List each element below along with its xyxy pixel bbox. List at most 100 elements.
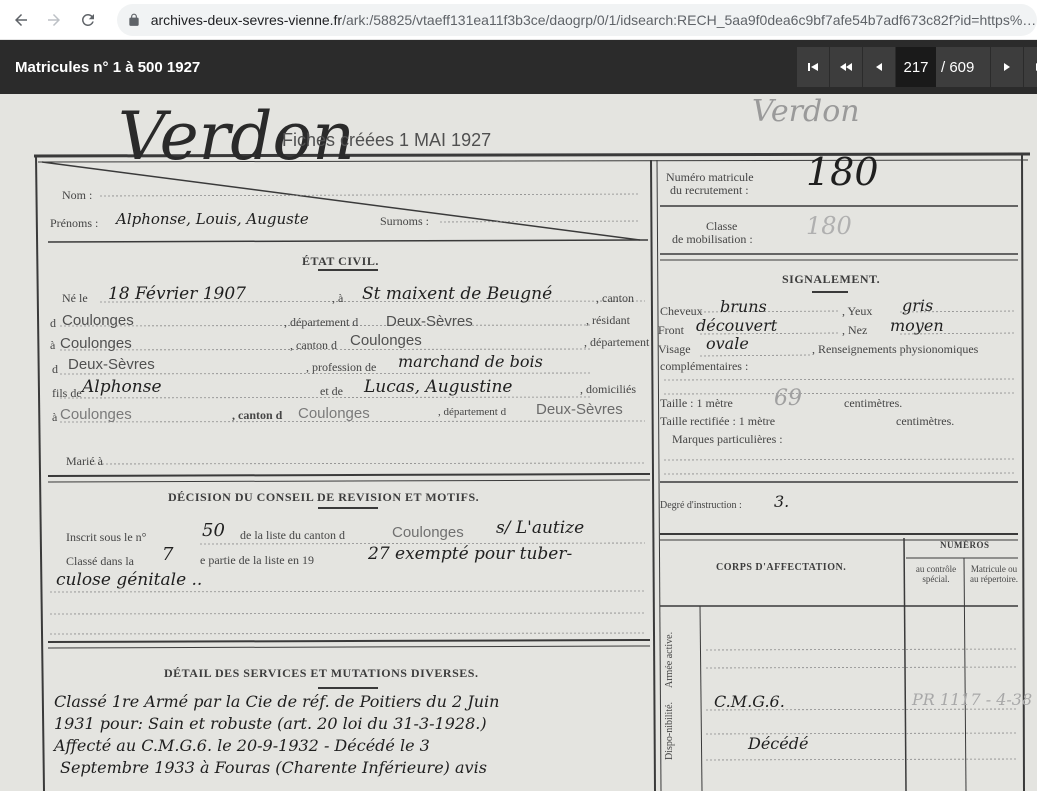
classe-dans-label: Classé dans la (66, 554, 134, 568)
lock-icon (129, 13, 139, 26)
etat-civil-heading: ÉTAT CIVIL. (302, 254, 379, 268)
prenoms-label: Prénoms : (50, 216, 99, 230)
row3-dept-label: , département (584, 335, 650, 349)
cmg-value: C.M.G.6. (714, 692, 785, 711)
url-path: /ark:/58825/vtaeff131ea11f3b3ce/daogrp/0… (342, 11, 1037, 28)
date-stamp: Fiches créées 1 MAI 1927 (282, 130, 492, 150)
domicilies-label: , domiciliés (580, 382, 636, 396)
row2-dept-label: , département d (284, 315, 359, 329)
first-page-button[interactable] (797, 47, 829, 87)
profession-value: marchand de bois (398, 352, 543, 371)
row2-resident: , résidant (586, 313, 630, 327)
degre-value: 3. (774, 492, 790, 511)
inscrit-value: 50 (202, 520, 225, 541)
decede-value: Décédé (748, 734, 809, 753)
browser-toolbar: archives-deux-sevres-vienne.fr/ark:/5882… (0, 0, 1037, 40)
yeux-value: gris (902, 296, 934, 315)
row6-dept: Deux-Sèvres (536, 401, 623, 418)
form-lines (33, 152, 1031, 791)
yeux-label: , Yeux (842, 304, 873, 318)
viewer-toolbar: Matricules n° 1 à 500 1927 / 609 (0, 40, 1037, 94)
birth-date: 18 Février 1907 (108, 284, 246, 304)
cheveux-value: bruns (720, 297, 767, 316)
classe-value: 180 (806, 212, 852, 240)
row4-prefix: d (52, 362, 58, 376)
profession-label: , profession de (306, 360, 377, 374)
page-number-input[interactable] (896, 47, 936, 87)
row3-city: Coulonges (60, 335, 132, 352)
et-de-label: et de (320, 384, 343, 398)
front-label: Front (658, 323, 685, 337)
complementaires-label: complémentaires : (660, 359, 749, 373)
classe-label-2: de mobilisation : (672, 232, 753, 246)
taille-value: 69 (774, 386, 802, 411)
row2-dept: Deux-Sèvres (386, 313, 473, 330)
row2-prefix: d (50, 316, 56, 330)
matricule-value: 180 (806, 150, 879, 194)
renseignements-label: , Renseignements physionomiques (812, 342, 979, 356)
row3-canton: Coulonges (350, 332, 422, 349)
liste-canton-hand: s/ L'autize (496, 518, 585, 538)
reload-icon (81, 13, 94, 26)
arrow-right-icon (48, 13, 61, 26)
previous-page-button[interactable] (863, 47, 895, 87)
detail-heading: DÉTAIL DES SERVICES ET MUTATIONS DIVERSE… (164, 666, 479, 680)
prenoms-value: Alphonse, Louis, Auguste (116, 210, 309, 228)
pencil-reference: PR 1117 - 4-38 (912, 690, 1033, 709)
rewind-button[interactable] (830, 47, 862, 87)
document-title: Matricules n° 1 à 500 1927 (15, 59, 201, 76)
row6-canton: Coulonges (298, 405, 370, 422)
centimetres-label: centimètres. (844, 396, 903, 410)
pencil-surname-note: Verdon (752, 94, 860, 129)
reload-button[interactable] (73, 5, 103, 35)
taille-rectifiee-label: Taille rectifiée : 1 mètre (660, 414, 776, 428)
col-matricule: Matricule ou au répertoire. (970, 564, 1018, 584)
detail-hand-line-4: Septembre 1933 à Fouras (Charente Inféri… (60, 758, 487, 777)
row2-canton: Coulonges (62, 312, 134, 329)
father-name: Alphonse (82, 377, 162, 397)
surnoms-label: Surnoms : (380, 214, 430, 228)
fils-label: fils de (52, 386, 82, 400)
ne-le-label: Né le (62, 291, 88, 305)
taille-label: Taille : 1 mètre (660, 396, 733, 410)
scanned-document[interactable]: Verdon Verdon Fiches créées 1 MAI 1927 N… (0, 94, 1037, 791)
row6-dept-label: , département d (438, 406, 507, 418)
visage-value: ovale (706, 334, 749, 353)
liste-canton-value: Coulonges (392, 524, 464, 541)
row6-prefix: à (52, 410, 58, 424)
url-host: archives-deux-sevres-vienne.fr (150, 11, 343, 28)
liste-canton-label: de la liste du canton d (240, 528, 345, 542)
armee-active-label: Armée active. (664, 631, 675, 688)
corps-heading: CORPS D'AFFECTATION. (716, 562, 847, 573)
col-controle: au contrôle spécial. (915, 564, 957, 584)
nez-label: , Nez (842, 323, 868, 337)
chevron-left-icon (876, 63, 882, 71)
fast-forward-button[interactable] (1024, 47, 1037, 87)
signalement-heading: SIGNALEMENT. (782, 272, 881, 286)
birth-place: St maixent de Beugné (362, 284, 553, 304)
arrow-left-icon (14, 13, 27, 26)
row3-prefix: à (50, 338, 56, 352)
visage-label: Visage (658, 342, 691, 356)
detail-hand-line-1: Classé 1re Armé par la Cie de réf. de Po… (54, 692, 500, 711)
detail-hand-line-3: Affecté au C.M.G.6. le 20-9-1932 - Décéd… (54, 736, 430, 755)
skip-first-icon (808, 63, 818, 71)
address-bar[interactable]: archives-deux-sevres-vienne.fr/ark:/5882… (116, 3, 1037, 36)
next-page-button[interactable] (991, 47, 1023, 87)
matricule-label-2: du recrutement : (670, 183, 749, 197)
row6-canton-label: , canton d (232, 408, 283, 422)
back-button[interactable] (6, 5, 36, 35)
decision-hand-2: culose génitale .. (56, 570, 203, 590)
inscrit-label: Inscrit sous le n° (66, 530, 147, 544)
marques-label: Marques particulières : (672, 432, 783, 446)
nom-label: Nom : (62, 188, 93, 202)
forward-button[interactable] (40, 5, 70, 35)
detail-hand-line-2: 1931 pour: Sain et robuste (art. 20 loi … (54, 714, 487, 733)
url-text: archives-deux-sevres-vienne.fr/ark:/5882… (151, 12, 1037, 28)
degre-label: Degré d'instruction : (660, 500, 742, 511)
row3-canton-label: , canton d (290, 338, 337, 352)
centimetres-label-2: centimètres. (896, 414, 955, 428)
partie-label: e partie de la liste en 19 (200, 553, 314, 567)
decision-heading: DÉCISION DU CONSEIL DE REVISION ET MOTIF… (168, 490, 480, 504)
decision-hand-1: 27 exempté pour tuber- (368, 544, 573, 564)
